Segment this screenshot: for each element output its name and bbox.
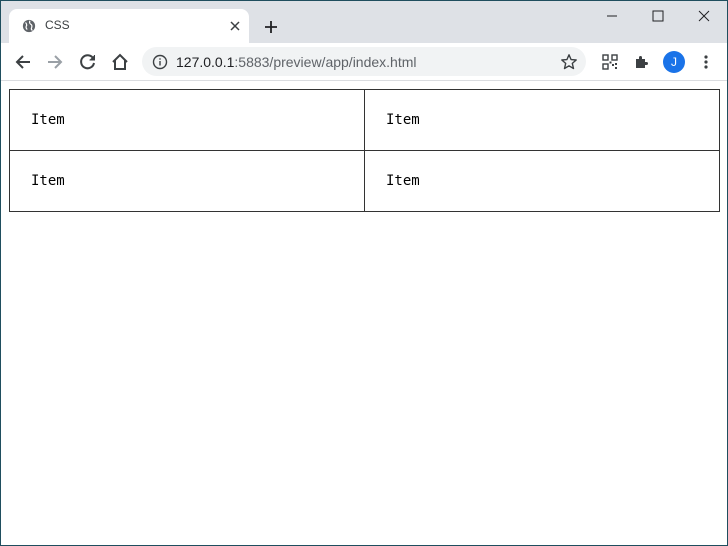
reload-button[interactable] [74, 48, 102, 76]
grid-item: Item [9, 150, 365, 212]
browser-menu-button[interactable] [692, 48, 720, 76]
reload-icon [80, 54, 95, 70]
close-tab-icon[interactable] [227, 18, 243, 34]
maximize-icon [652, 10, 664, 22]
tab-css[interactable]: CSS [9, 9, 249, 43]
minimize-icon [607, 15, 617, 17]
url-text[interactable]: 127.0.0.1:5883/preview/app/index.html [176, 54, 417, 70]
item-grid: Item Item Item Item [9, 89, 720, 212]
tab-strip: CSS [1, 1, 727, 43]
address-bar[interactable]: 127.0.0.1:5883/preview/app/index.html [142, 47, 586, 76]
forward-button[interactable] [41, 48, 69, 76]
profile-avatar[interactable]: J [663, 51, 685, 73]
puzzle-icon [636, 56, 648, 68]
kebab-menu-icon [704, 55, 708, 69]
browser-toolbar: 127.0.0.1:5883/preview/app/index.html J [1, 43, 727, 81]
grid-item: Item [364, 150, 720, 212]
back-button[interactable] [9, 48, 37, 76]
forward-arrow-icon [48, 55, 63, 69]
browser-window: CSS 127.0.0.1:5883/preview/app/index.htm… [0, 0, 728, 546]
info-icon[interactable] [152, 54, 168, 70]
globe-icon [22, 19, 36, 33]
url-path: :5883/preview/app/index.html [234, 54, 417, 70]
minimize-button[interactable] [589, 1, 635, 31]
close-window-button[interactable] [681, 1, 727, 31]
grid-item: Item [9, 89, 365, 151]
close-icon [698, 10, 710, 22]
back-arrow-icon [15, 55, 30, 69]
qr-code-button[interactable] [596, 48, 624, 76]
qr-code-icon [602, 54, 618, 70]
home-button[interactable] [106, 48, 134, 76]
star-icon[interactable] [560, 53, 578, 71]
maximize-button[interactable] [635, 1, 681, 31]
plus-icon [265, 21, 277, 33]
tab-title: CSS [45, 18, 70, 32]
url-host: 127.0.0.1 [176, 54, 235, 70]
grid-item: Item [364, 89, 720, 151]
extensions-button[interactable] [628, 48, 656, 76]
home-icon [112, 53, 128, 70]
page-content: Item Item Item Item [1, 81, 727, 545]
new-tab-button[interactable] [258, 14, 284, 40]
